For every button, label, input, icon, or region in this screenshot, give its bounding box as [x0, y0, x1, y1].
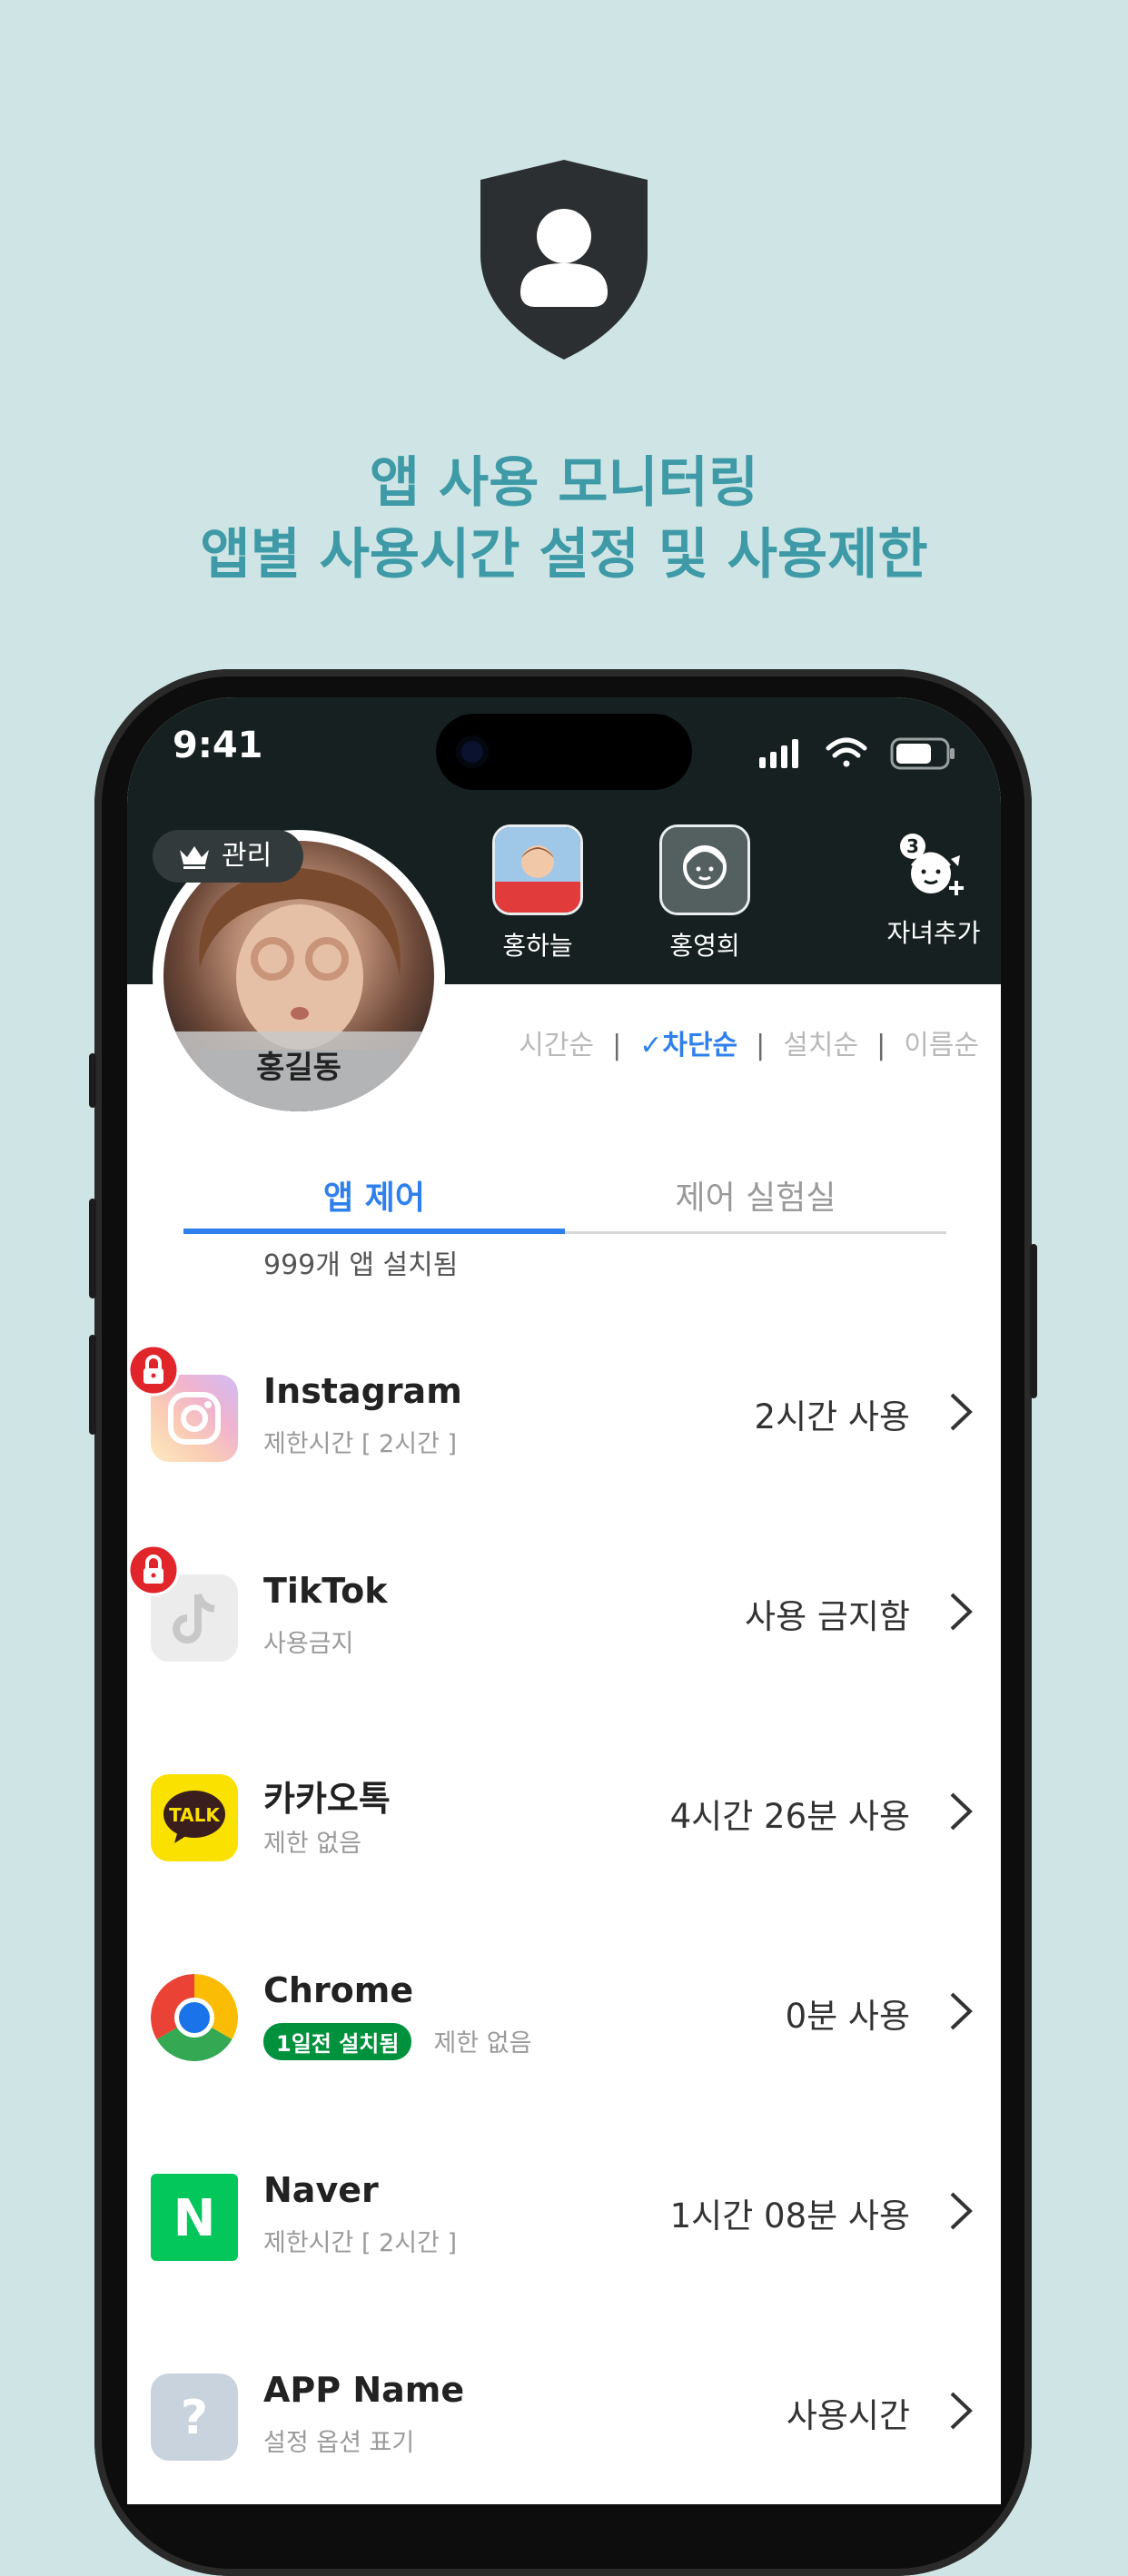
- lock-icon: [127, 1344, 180, 1397]
- app-limit: 사용금지: [263, 1630, 354, 1658]
- app-usage: 2시간 사용: [754, 1397, 910, 1436]
- signal-icon: [759, 739, 798, 768]
- camera-icon: [456, 735, 489, 768]
- chevron-right-icon: [950, 1393, 973, 1431]
- new-install-badge: 1일전 설치됨: [263, 2023, 412, 2060]
- volume-down-button: [89, 1335, 96, 1435]
- power-button: [1030, 1244, 1037, 1398]
- manage-label: 관리: [222, 840, 272, 872]
- add-child-icon: 3: [900, 834, 964, 895]
- profile-name: 홍길동: [256, 1050, 341, 1086]
- app-limit: 제한 없음: [433, 2029, 532, 2058]
- crown-icon: [180, 846, 209, 869]
- sort-option-time[interactable]: 시간순: [519, 1022, 594, 1062]
- volume-up-button: [89, 1199, 96, 1298]
- app-usage: 1시간 08분 사용: [669, 2196, 910, 2235]
- app-row[interactable]: ? APP Name 설정 옵션 표기 사용시간: [127, 2370, 1001, 2497]
- battery-icon: [890, 737, 955, 770]
- app-usage: 4시간 26분 사용: [669, 1797, 910, 1836]
- chevron-right-icon: [950, 1792, 973, 1831]
- tab-app-control[interactable]: 앱 제어: [183, 1171, 565, 1219]
- app-limit: 제한 없음: [263, 1830, 361, 1858]
- sort-options: 시간순 | ✓차단순 | 설치순 | 이름순: [519, 1022, 979, 1062]
- app-name: 카카오톡: [263, 1779, 391, 1819]
- installed-count: 999개 앱 설치됨: [263, 1249, 459, 1281]
- headline-line1: 앱 사용 모니터링: [369, 451, 759, 515]
- status-icons: [759, 737, 955, 770]
- app-usage: 0분 사용: [785, 1997, 910, 2036]
- app-name: Instagram: [263, 1371, 462, 1411]
- mute-switch: [89, 1053, 96, 1108]
- app-usage: 사용시간: [786, 2396, 910, 2435]
- sort-option-blocked[interactable]: ✓차단순: [639, 1022, 737, 1062]
- lock-icon: [127, 1544, 180, 1596]
- sort-option-name[interactable]: 이름순: [904, 1022, 979, 1062]
- tab-control-lab[interactable]: 제어 실험실: [565, 1171, 946, 1219]
- child-avatar: [659, 824, 750, 915]
- chrome-icon: [151, 1974, 238, 2061]
- app-name: APP Name: [263, 2370, 465, 2410]
- app-limit: 제한시간 [ 2시간 ]: [263, 2229, 458, 2257]
- headline-line2: 앱별 사용시간 설정 및 사용제한: [200, 523, 928, 587]
- app-row[interactable]: Instagram 제한시간 [ 2시간 ] 2시간 사용: [127, 1344, 1001, 1498]
- manage-badge[interactable]: 관리: [153, 830, 303, 883]
- tab-indicator: [183, 1229, 565, 1234]
- chevron-right-icon: [950, 2392, 973, 2430]
- wifi-icon: [826, 737, 867, 767]
- svg-text:?: ?: [181, 2391, 208, 2445]
- status-time: 9:41: [173, 725, 263, 766]
- app-limit-row: 1일전 설치됨 제한 없음: [263, 2023, 531, 2060]
- chevron-right-icon: [950, 2192, 973, 2230]
- app-name: Chrome: [263, 1970, 414, 2010]
- app-usage: 사용 금지함: [745, 1597, 910, 1636]
- child-item-2[interactable]: 홍영희: [632, 824, 777, 962]
- app-row[interactable]: Chrome 1일전 설치됨 제한 없음 0분 사용: [127, 1970, 1001, 2097]
- app-name: TikTok: [263, 1571, 388, 1611]
- naver-icon: N: [151, 2174, 238, 2261]
- svg-text:N: N: [173, 2189, 216, 2248]
- app-limit: 제한시간 [ 2시간 ]: [263, 1430, 458, 1458]
- child-name: 홍영희: [669, 931, 740, 961]
- svg-text:3: 3: [906, 835, 919, 857]
- svg-text:TALK: TALK: [169, 1804, 221, 1826]
- unknown-app-icon: ?: [151, 2374, 238, 2461]
- app-name: Naver: [263, 2170, 379, 2210]
- dynamic-island: [436, 714, 692, 790]
- child-name: 홍하늘: [502, 931, 573, 961]
- child-avatar: [492, 824, 583, 915]
- app-row[interactable]: TikTok 사용금지 사용 금지함: [127, 1544, 1001, 1698]
- kakaotalk-icon: TALK: [151, 1774, 238, 1861]
- tab-bar: 앱 제어 제어 실험실: [183, 1171, 946, 1234]
- chevron-right-icon: [950, 1593, 973, 1631]
- chevron-right-icon: [950, 1992, 973, 2030]
- shield-user-icon: [480, 160, 648, 360]
- sort-option-install[interactable]: 설치순: [783, 1022, 858, 1062]
- child-item-1[interactable]: 홍하늘: [465, 824, 610, 962]
- app-row[interactable]: N Naver 제한시간 [ 2시간 ] 1시간 08분 사용: [127, 2170, 1001, 2297]
- add-child-label: 자녀추가: [886, 918, 981, 948]
- app-row[interactable]: TALK 카카오톡 제한 없음 4시간 26분 사용: [127, 1771, 1001, 1898]
- add-child-button[interactable]: 3 자녀추가: [861, 824, 1001, 950]
- app-screen: 9:41 홍하늘 홍영희 3 자녀추가 홍길동 관리 시간순 | ✓차단순 | …: [127, 697, 1001, 2504]
